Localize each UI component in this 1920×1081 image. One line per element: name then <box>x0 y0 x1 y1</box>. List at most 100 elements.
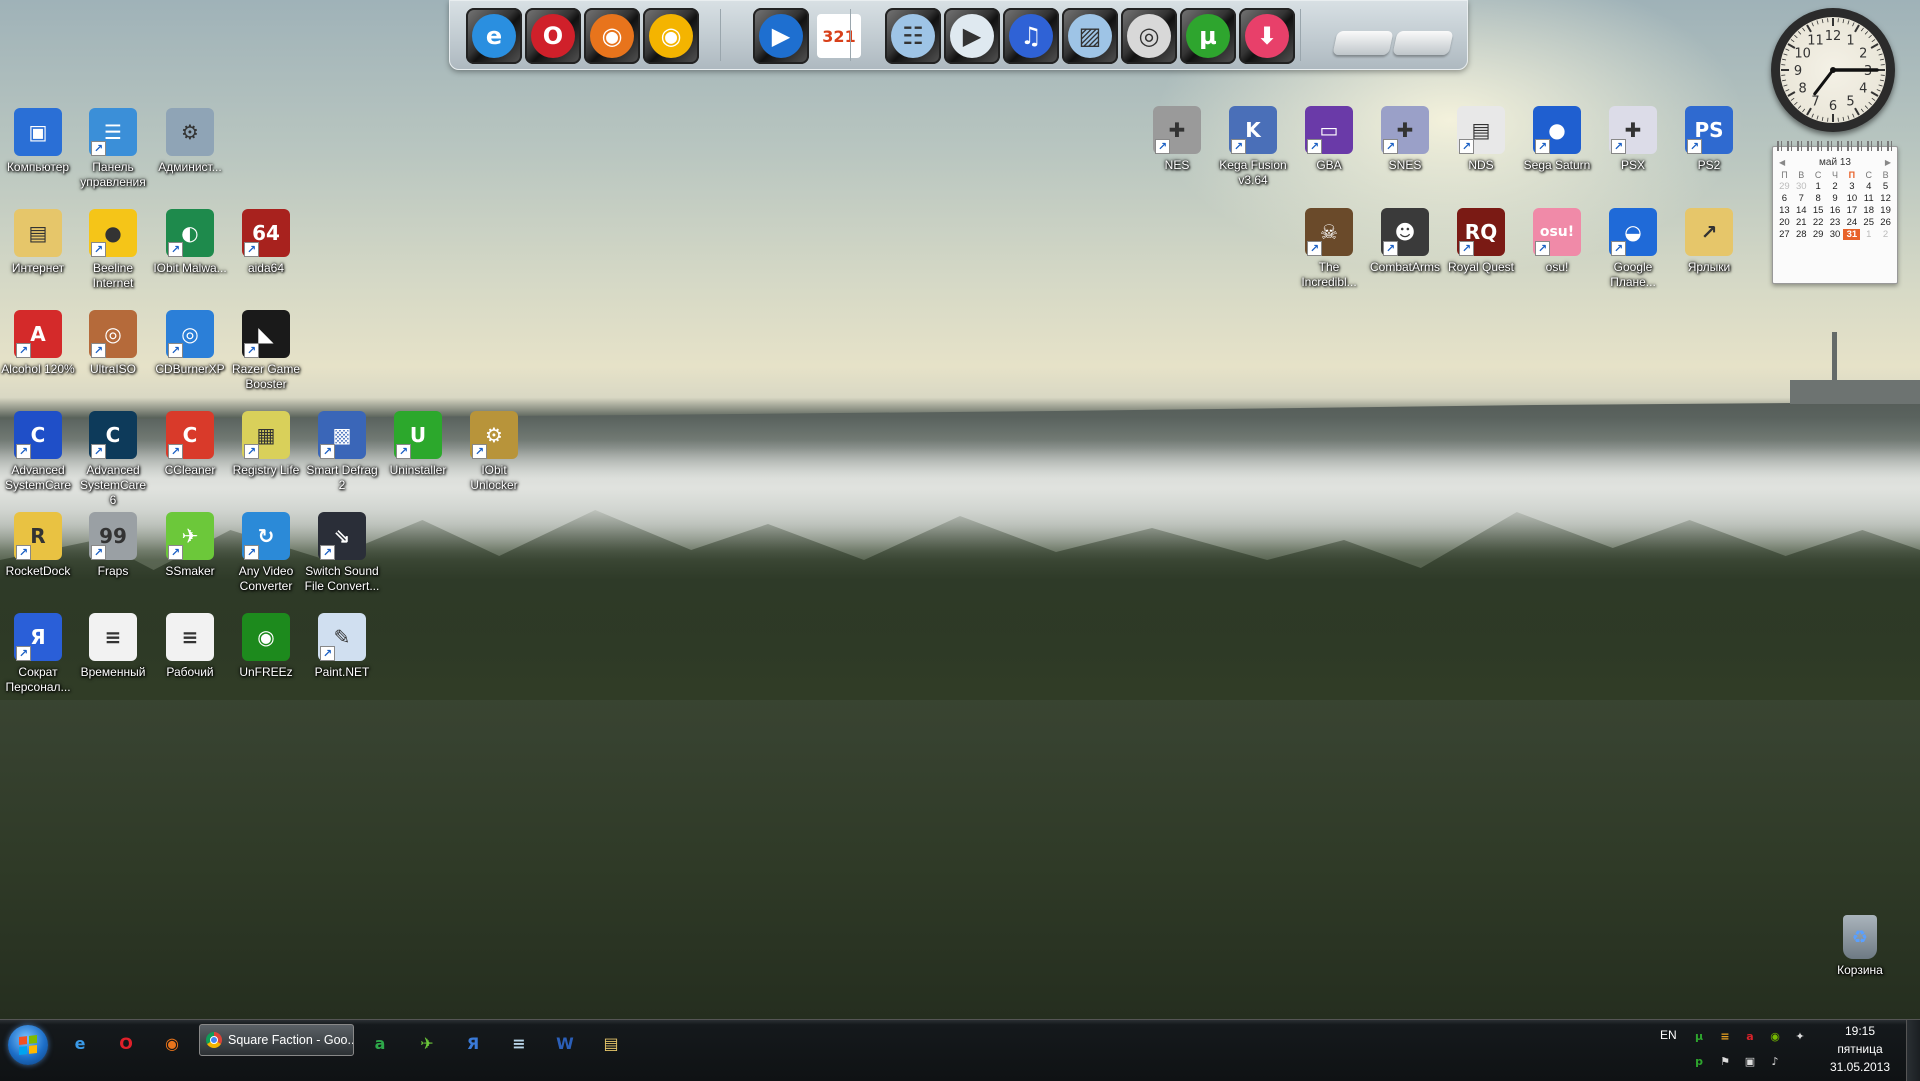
taskbar-pin-word[interactable]: W <box>551 1029 579 1057</box>
clock-gadget[interactable]: 121234567891011 <box>1771 8 1895 132</box>
taskbar-pin-antivirus[interactable]: a <box>366 1029 394 1057</box>
show-desktop-button[interactable] <box>1906 1020 1920 1081</box>
calendar-day[interactable]: 2 <box>1827 181 1844 192</box>
desktop-icon[interactable]: ✈↗SSmaker <box>152 512 228 579</box>
desktop-icon[interactable]: K↗Kega Fusion v3.64 <box>1215 106 1291 188</box>
dock-item-opera[interactable]: O <box>525 8 581 64</box>
dock-system-drive-icon[interactable] <box>1332 31 1393 55</box>
taskbar-pin-opera[interactable]: O <box>112 1029 140 1057</box>
calendar-day[interactable]: 27 <box>1776 229 1793 240</box>
desktop-icon[interactable]: ◣↗Razer Game Booster <box>228 310 304 392</box>
avira-tray-icon[interactable]: a <box>1742 1028 1758 1044</box>
calendar-day[interactable]: 26 <box>1877 217 1894 228</box>
network-tray-icon[interactable]: ▣ <box>1742 1053 1758 1069</box>
calendar-day[interactable]: 5 <box>1877 181 1894 192</box>
calendar-day[interactable]: 7 <box>1793 193 1810 204</box>
dock-item-videos-folder[interactable]: ▶ <box>944 8 1000 64</box>
desktop-icon[interactable]: ▤↗NDS <box>1443 106 1519 173</box>
language-indicator[interactable]: EN <box>1660 1028 1677 1042</box>
desktop-icon[interactable]: ✚↗PSX <box>1595 106 1671 173</box>
taskbar-pin-explorer[interactable]: ▤ <box>597 1029 625 1057</box>
calendar-day[interactable]: 14 <box>1793 205 1810 216</box>
desktop-icon[interactable]: ☰↗Панель управления <box>75 108 151 190</box>
calendar-day[interactable]: 30 <box>1827 229 1844 240</box>
calendar-day[interactable]: 25 <box>1860 217 1877 228</box>
desktop-icon[interactable]: ◐↗IObit Malwa... <box>152 209 228 276</box>
calendar-day[interactable]: 30 <box>1793 181 1810 192</box>
dock-item-pictures-folder[interactable]: ▨ <box>1062 8 1118 64</box>
dock-item-media-player-classic[interactable]: 321 <box>811 8 867 64</box>
desktop-icon[interactable]: 99↗Fraps <box>75 512 151 579</box>
calendar-prev-button[interactable]: ◀ <box>1779 158 1785 167</box>
calendar-day[interactable]: 18 <box>1860 205 1877 216</box>
iobit-tray-icon[interactable]: ≡ <box>1717 1028 1733 1044</box>
action-center-tray-icon[interactable]: ⚑ <box>1717 1053 1733 1069</box>
calendar-day[interactable]: 29 <box>1776 181 1793 192</box>
desktop-icon[interactable]: PS↗PS2 <box>1671 106 1747 173</box>
desktop-icon[interactable]: ◎↗CDBurnerXP <box>152 310 228 377</box>
dock-item-music-folder[interactable]: ♫ <box>1003 8 1059 64</box>
dock-item-disc-drive[interactable]: ◎ <box>1121 8 1177 64</box>
taskbar-window-chrome[interactable]: Square Faction - Goo... <box>199 1024 354 1056</box>
desktop-icon[interactable]: ◉UnFREEz <box>228 613 304 680</box>
desktop-icon[interactable]: ✚↗SNES <box>1367 106 1443 173</box>
desktop-icon[interactable]: ≡Временный <box>75 613 151 680</box>
desktop-icon[interactable]: ▣Компьютер <box>0 108 76 175</box>
calendar-day[interactable]: 12 <box>1877 193 1894 204</box>
taskbar-clock[interactable]: 19:15 пятница 31.05.2013 <box>1810 1022 1910 1076</box>
calendar-day[interactable]: 19 <box>1877 205 1894 216</box>
desktop[interactable]: eO◉◉▶321☷▶♫▨◎µ⬇ ▣Компьютер☰↗Панель управ… <box>0 0 1920 1019</box>
calendar-day[interactable]: 29 <box>1810 229 1827 240</box>
desktop-icon[interactable]: R↗RocketDock <box>0 512 76 579</box>
desktop-icon[interactable]: C↗Advanced SystemCare <box>0 411 76 493</box>
calendar-day[interactable]: 10 <box>1843 193 1860 204</box>
desktop-icon[interactable]: ⚙↗IObit Unlocker <box>456 411 532 493</box>
calendar-day[interactable]: 8 <box>1810 193 1827 204</box>
desktop-icon[interactable]: ●↗Sega Saturn <box>1519 106 1595 173</box>
calendar-day[interactable]: 23 <box>1827 217 1844 228</box>
desktop-icon[interactable]: ▩↗Smart Defrag 2 <box>304 411 380 493</box>
desktop-icon[interactable]: ⚙Админист... <box>152 108 228 175</box>
calendar-day[interactable]: 22 <box>1810 217 1827 228</box>
desktop-icon[interactable]: ◒↗Google Плане... <box>1595 208 1671 290</box>
dock-data-drive-icon[interactable] <box>1392 31 1453 55</box>
dock-item-utorrent[interactable]: µ <box>1180 8 1236 64</box>
desktop-icon[interactable]: ☠↗The Incredibl... <box>1291 208 1367 290</box>
dock-item-documents-folder[interactable]: ☷ <box>885 8 941 64</box>
taskbar-pin-firefox[interactable]: ◉ <box>158 1029 186 1057</box>
recycle-bin[interactable]: ♻ Корзина <box>1822 915 1898 978</box>
calendar-day[interactable]: 15 <box>1810 205 1827 216</box>
desktop-icon[interactable]: osu!↗osu! <box>1519 208 1595 275</box>
calendar-day[interactable]: 1 <box>1810 181 1827 192</box>
desktop-icon[interactable]: Я↗Сократ Персонал... <box>0 613 76 695</box>
calendar-day[interactable]: 16 <box>1827 205 1844 216</box>
calendar-day[interactable]: 1 <box>1860 229 1877 240</box>
calendar-day[interactable]: 17 <box>1843 205 1860 216</box>
taskbar-pin-internet-explorer[interactable]: e <box>66 1029 94 1057</box>
calendar-day[interactable]: 21 <box>1793 217 1810 228</box>
dock-item-windows-media-player[interactable]: ▶ <box>753 8 809 64</box>
calendar-day[interactable]: 28 <box>1793 229 1810 240</box>
calendar-day[interactable]: 20 <box>1776 217 1793 228</box>
desktop-icon[interactable]: ☻↗CombatArms <box>1367 208 1443 275</box>
desktop-icon[interactable]: ▭↗GBA <box>1291 106 1367 173</box>
desktop-icon[interactable]: C↗Advanced SystemCare 6 <box>75 411 151 508</box>
calendar-day[interactable]: 13 <box>1776 205 1793 216</box>
volume-tray-icon[interactable]: ♪ <box>1767 1053 1783 1069</box>
desktop-icon[interactable]: U↗Uninstaller <box>380 411 456 478</box>
desktop-icon[interactable]: RQ↗Royal Quest <box>1443 208 1519 275</box>
dock-item-chrome[interactable]: ◉ <box>643 8 699 64</box>
desktop-icon[interactable]: ◎↗UltraISO <box>75 310 151 377</box>
calendar-day[interactable]: 6 <box>1776 193 1793 204</box>
calendar-day-today[interactable]: 31 <box>1843 229 1860 240</box>
dock-item-internet-explorer[interactable]: e <box>466 8 522 64</box>
desktop-icon[interactable]: ▦↗Registry Life <box>228 411 304 478</box>
dock-item-downloads-folder[interactable]: ⬇ <box>1239 8 1295 64</box>
calendar-day[interactable]: 24 <box>1843 217 1860 228</box>
calendar-day[interactable]: 4 <box>1860 181 1877 192</box>
taskbar-pin-ssmaker[interactable]: ✈ <box>413 1029 441 1057</box>
desktop-icon[interactable]: ▤Интернет <box>0 209 76 276</box>
taskbar-pin-sokrat[interactable]: Я <box>459 1029 487 1057</box>
desktop-icon[interactable]: ↗Ярлыки <box>1671 208 1747 275</box>
calendar-next-button[interactable]: ▶ <box>1885 158 1891 167</box>
